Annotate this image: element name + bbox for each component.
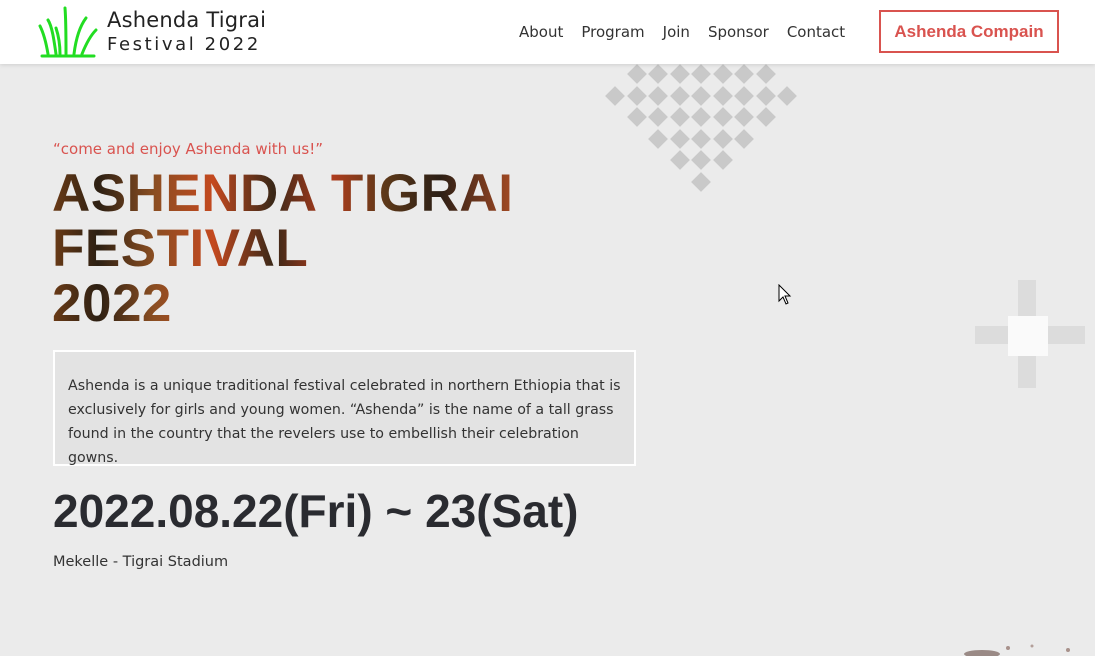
cross-decoration-center bbox=[1008, 316, 1048, 356]
description-text: Ashenda is a unique traditional festival… bbox=[68, 378, 621, 466]
diamond-shape bbox=[648, 107, 668, 127]
hero-title: ASHENDA TIGRAI FESTIVAL 2022 bbox=[52, 166, 513, 331]
hero-title-line-2: FESTIVAL bbox=[52, 219, 309, 278]
diamond-shape bbox=[712, 64, 733, 84]
diamond-shape bbox=[712, 85, 733, 106]
diamond-shape bbox=[648, 85, 668, 106]
hero-title-line-1: ASHENDA TIGRAI bbox=[52, 164, 514, 223]
brand-title: Ashenda Tigrai bbox=[107, 8, 267, 32]
diamond-shape bbox=[691, 171, 711, 192]
diamond-shape bbox=[691, 107, 711, 127]
nav-contact[interactable]: Contact bbox=[787, 23, 845, 41]
diamond-shape bbox=[669, 85, 690, 106]
diamond-shape bbox=[734, 64, 754, 84]
main-nav: About Program Join Sponsor Contact bbox=[519, 23, 863, 41]
diamond-shape bbox=[691, 64, 711, 84]
grass-icon[interactable] bbox=[38, 6, 98, 58]
diamond-shape bbox=[626, 64, 647, 84]
mouse-cursor-icon bbox=[778, 284, 792, 305]
hero-title-line-3: 2022 bbox=[52, 274, 172, 333]
event-venue: Mekelle - Tigrai Stadium bbox=[53, 554, 229, 570]
hero-tagline: “come and enjoy Ashenda with us!” bbox=[53, 140, 324, 158]
nav-program[interactable]: Program bbox=[581, 23, 644, 41]
event-date: 2022.08.22(Fri) ~ 23(Sat) bbox=[53, 485, 579, 537]
description-box: Ashenda is a unique traditional festival… bbox=[53, 350, 636, 466]
diamond-shape bbox=[712, 107, 733, 127]
diamond-shape bbox=[669, 107, 690, 127]
diamond-shape bbox=[691, 150, 711, 170]
diamond-shape bbox=[777, 85, 797, 106]
diamond-shape bbox=[734, 107, 754, 127]
nav-sponsor[interactable]: Sponsor bbox=[708, 23, 769, 41]
splash-decoration bbox=[964, 644, 1070, 656]
diamond-shape bbox=[648, 64, 668, 84]
diamond-shape bbox=[648, 128, 668, 149]
diamond-shape bbox=[669, 150, 690, 170]
diamond-shape bbox=[755, 107, 776, 127]
diamond-shape bbox=[691, 128, 711, 149]
diamond-shape bbox=[691, 85, 711, 106]
diamond-shape bbox=[669, 64, 690, 84]
diamond-shape bbox=[626, 107, 647, 127]
nav-join[interactable]: Join bbox=[663, 23, 690, 41]
diamond-shape bbox=[669, 128, 690, 149]
diamond-shape bbox=[605, 85, 625, 106]
diamond-shape bbox=[712, 150, 733, 170]
nav-about[interactable]: About bbox=[519, 23, 563, 41]
diamond-shape bbox=[734, 128, 754, 149]
site-header: Ashenda Tigrai Festival 2022 About Progr… bbox=[0, 0, 1095, 64]
diamond-shape bbox=[755, 85, 776, 106]
diamond-shape bbox=[734, 85, 754, 106]
diamond-shape bbox=[626, 85, 647, 106]
diamond-shape bbox=[712, 128, 733, 149]
diamond-shape bbox=[755, 64, 776, 84]
brand[interactable]: Ashenda Tigrai Festival 2022 bbox=[107, 7, 266, 57]
brand-subtitle: Festival 2022 bbox=[107, 34, 261, 55]
campaign-button[interactable]: Ashenda Compain bbox=[879, 10, 1059, 53]
